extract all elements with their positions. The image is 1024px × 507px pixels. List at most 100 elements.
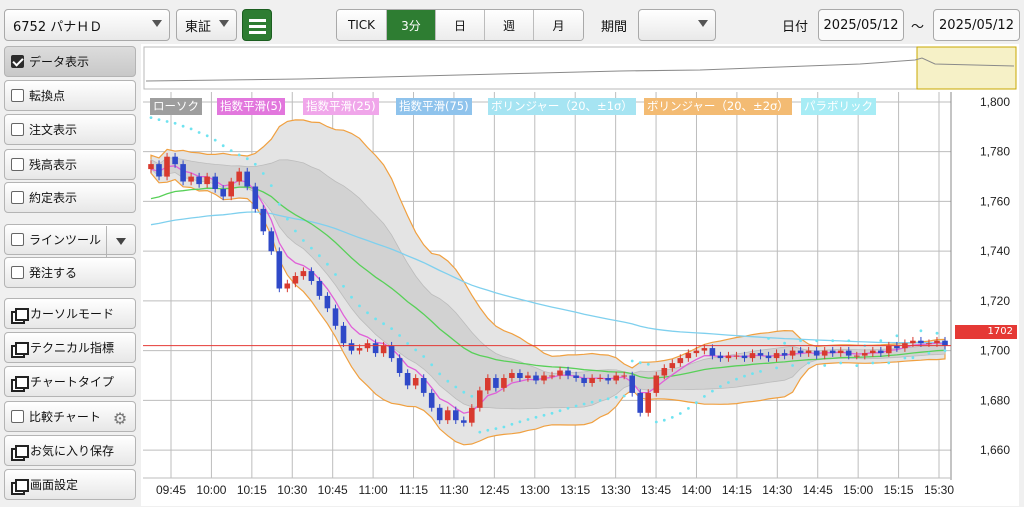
place-order-toggle[interactable]: 発注する [4,257,136,288]
balance-display-toggle[interactable]: 残高表示 [4,149,136,180]
execution-display-toggle[interactable]: 約定表示 [4,182,136,213]
parabolic-dot [286,217,289,221]
turning-point-toggle[interactable]: 転換点 [4,80,136,111]
symbol-select[interactable]: 6752 パナＨＤ [4,9,170,41]
parabolic-dot [911,356,915,360]
parabolic-dot [197,131,201,134]
parabolic-dot [759,370,762,373]
legend-bollinger-1[interactable]: ボリンジャー（20、±1σ） [488,98,636,115]
candle-body [444,410,451,421]
parabolic-dot [823,364,827,367]
parabolic-dot [374,317,377,321]
tab-day[interactable]: 日 [436,10,485,40]
candle-body [292,276,299,284]
parabolic-dot [494,427,498,430]
overview-selection[interactable] [916,46,1017,90]
tab-3min[interactable]: 3分 [387,10,436,40]
checkbox-checked-icon [11,55,24,68]
save-favorite-button[interactable]: お気に入り保存 [4,435,136,466]
line-tool-label: ラインツール [29,233,102,247]
overview-navigator[interactable] [143,46,1017,90]
y-tick-label: 1,720 [980,294,1010,308]
line-tool-dropdown-button[interactable] [106,226,134,257]
candle-body [148,164,154,170]
parabolic-dot [157,118,161,121]
candle-body [789,350,796,356]
candle-body [300,271,307,277]
legend-ema75[interactable]: 指数平滑(75) [396,98,472,115]
parabolic-dot [943,349,947,353]
legend-parabolic[interactable]: パラボリック [801,98,876,115]
cursor-mode-button[interactable]: カーソルモード [4,298,136,329]
parabolic-dot [574,404,578,408]
parabolic-dot [727,381,730,384]
candle-body [557,370,563,376]
parabolic-dots [149,116,947,434]
data-display-toggle[interactable]: データ表示 [4,46,136,77]
candle-body [709,348,716,356]
x-tick-label: 13:30 [601,483,631,497]
screen-settings-button[interactable]: 画面設定 [4,469,136,500]
parabolic-dot [221,144,225,148]
candle-body [308,271,315,281]
x-axis-ticks: 09:45 10:00 10:15 10:30 10:45 11:00 11:15 11:30… [156,483,954,497]
chevron-down-icon [152,20,162,27]
parabolic-dot [895,334,899,338]
parabolic-dot [719,385,722,388]
tab-month[interactable]: 月 [534,10,583,40]
candle-body [637,392,643,413]
parabolic-dot [205,134,209,138]
price-chart[interactable]: 1,800 1,780 1,760 1,740 1,720 1,700 1,680 1,660… [0,0,1024,507]
date-to-field[interactable]: 2025/05/12 [933,9,1020,41]
parabolic-dot [582,402,586,406]
technical-indicator-button[interactable]: テクニカル指標 [4,332,136,363]
candle-body [565,370,571,376]
candle-body [902,343,908,349]
parabolic-dot [735,377,738,381]
x-tick-label: 15:30 [924,483,954,497]
date-from-field[interactable]: 2025/05/12 [818,9,904,41]
candle-body [645,392,651,413]
tab-tick[interactable]: TICK [337,10,387,40]
candle-body [837,350,844,354]
checkbox-icon [11,89,24,102]
legend-bollinger-2[interactable]: ボリンジャー（20、±2σ） [644,98,792,115]
parabolic-dot [847,339,851,343]
chart-type-button[interactable]: チャートタイプ [4,366,136,397]
date-separator: 〜 [911,20,925,35]
candle-body [733,355,740,357]
order-display-toggle[interactable]: 注文表示 [4,114,136,145]
candle-body [196,176,202,185]
range-select[interactable] [638,9,716,41]
x-tick-label: 14:45 [803,483,833,497]
parabolic-dot [630,359,634,363]
candle-body [613,375,619,381]
candle-body [910,340,916,344]
legend-ema5[interactable]: 指数平滑(5) [217,98,286,115]
candle-body [934,340,940,344]
parabolic-dot [510,422,514,426]
chevron-down-icon [219,20,229,27]
save-favorite-label: お気に入り保存 [30,444,115,458]
list-icon [249,25,266,28]
bollinger-bands [150,119,946,446]
candle-body [220,189,226,197]
list-menu-button[interactable] [242,9,272,41]
candle-body [252,186,259,209]
parabolic-dot [342,284,345,288]
legend-candle[interactable]: ローソク [150,98,202,115]
candle-body [372,343,379,354]
x-tick-label: 14:00 [681,483,711,497]
legend-ema25[interactable]: 指数平滑(25) [303,98,379,115]
x-tick-label: 13:45 [641,483,671,497]
market-select[interactable]: 東証 [176,9,237,41]
candle-body [669,363,676,369]
window-icon [11,375,29,392]
tab-week[interactable]: 週 [485,10,534,40]
parabolic-dot [887,361,891,365]
x-tick-label: 12:45 [479,483,509,497]
parabolic-dot [839,361,843,365]
candle-body [741,355,748,359]
candle-body [878,350,884,354]
gear-icon[interactable]: ⚙ [108,406,132,430]
